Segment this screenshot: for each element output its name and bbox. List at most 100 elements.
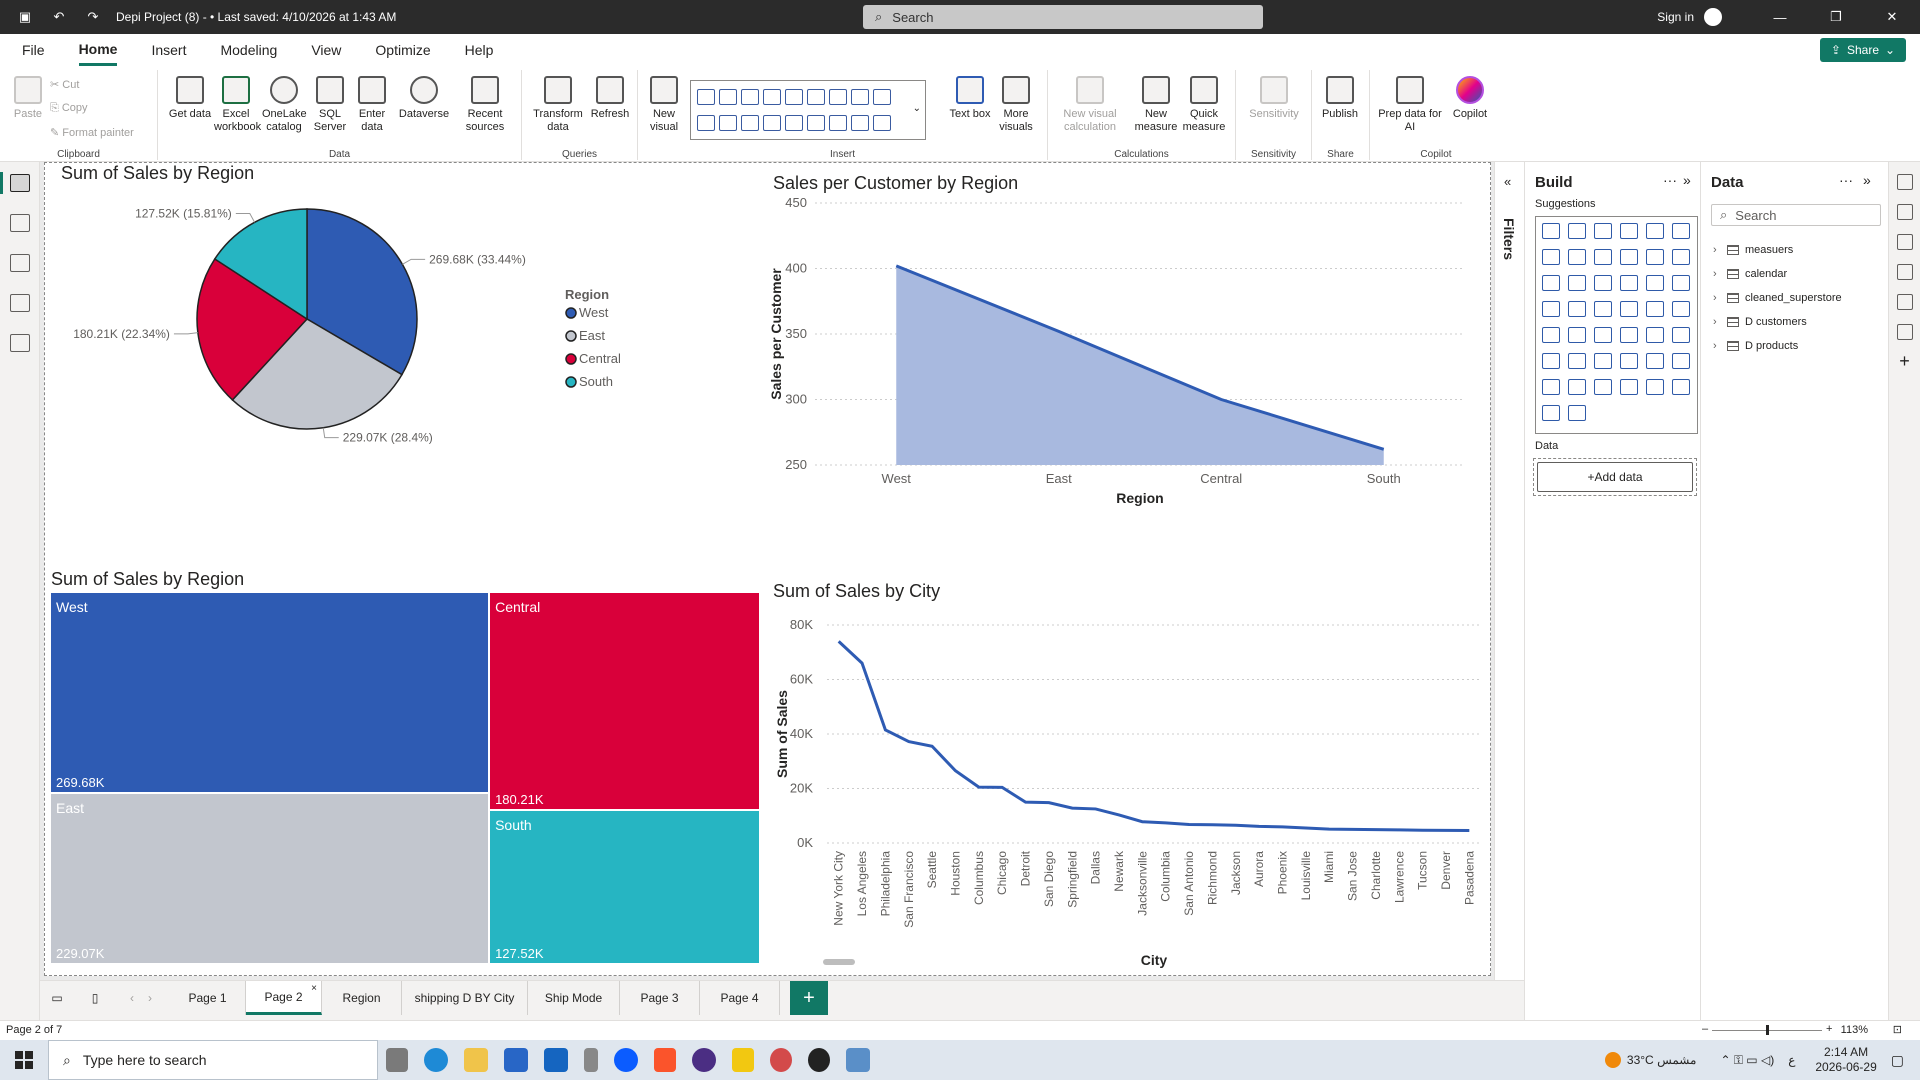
- zoom-level[interactable]: 113%: [1841, 1024, 1868, 1036]
- brave-icon[interactable]: [654, 1048, 676, 1072]
- visualization-type-icon[interactable]: [1620, 249, 1638, 265]
- notifications-icon[interactable]: ▢: [1891, 1052, 1904, 1069]
- visualization-type-icon[interactable]: [1568, 379, 1586, 395]
- visualization-type-icon[interactable]: [1542, 379, 1560, 395]
- more-options-icon[interactable]: ···: [1663, 172, 1677, 188]
- file-explorer-icon[interactable]: [464, 1048, 488, 1072]
- dataverse-button[interactable]: Dataverse: [398, 76, 450, 121]
- share-button[interactable]: ⇪ Share ⌄: [1820, 38, 1906, 62]
- excel-workbook-button[interactable]: Excel workbook: [214, 76, 261, 134]
- sign-in-link[interactable]: Sign in: [1657, 10, 1694, 24]
- table-view-icon[interactable]: [9, 214, 30, 232]
- visualization-type-icon[interactable]: [1568, 405, 1586, 421]
- fit-to-page-icon[interactable]: ⊡: [1893, 1023, 1902, 1036]
- clock[interactable]: 2:14 AM 2026-06-29: [1815, 1045, 1876, 1075]
- visualization-type-icon[interactable]: [1620, 301, 1638, 317]
- visualization-type-icon[interactable]: [1646, 353, 1664, 369]
- visual-type-icon[interactable]: [763, 89, 781, 105]
- visualization-type-icon[interactable]: [1594, 327, 1612, 343]
- text-box-button[interactable]: Text box: [948, 76, 992, 121]
- visualization-type-icon[interactable]: [1672, 275, 1690, 291]
- edge-icon[interactable]: [424, 1048, 448, 1072]
- visualization-type-icon[interactable]: [1620, 353, 1638, 369]
- app-icon[interactable]: [846, 1048, 870, 1072]
- expand-icon[interactable]: »: [1683, 172, 1691, 188]
- page-tab-page-2[interactable]: Page 2 ×: [246, 981, 322, 1015]
- visualization-type-icon[interactable]: [1568, 327, 1586, 343]
- visual-type-icon[interactable]: [851, 115, 869, 131]
- visualization-type-icon[interactable]: [1594, 275, 1612, 291]
- zoom-slider-thumb[interactable]: [1766, 1025, 1769, 1035]
- visualization-type-icon[interactable]: [1620, 379, 1638, 395]
- format-pane-icon[interactable]: [1896, 234, 1913, 250]
- page-tab-ship-mode[interactable]: Ship Mode: [528, 981, 620, 1015]
- visual-type-icon[interactable]: [785, 115, 803, 131]
- chevron-down-icon[interactable]: ⌄: [913, 103, 921, 114]
- minimize-button[interactable]: —: [1752, 0, 1808, 34]
- undo-icon[interactable]: ↶: [50, 8, 68, 26]
- visual-type-icon[interactable]: [873, 115, 891, 131]
- visual-type-icon[interactable]: [697, 115, 715, 131]
- page-tab-page-3[interactable]: Page 3: [620, 981, 700, 1015]
- visual-type-icon[interactable]: [719, 89, 737, 105]
- visualization-type-icon[interactable]: [1672, 223, 1690, 239]
- tab-view[interactable]: View: [311, 36, 341, 64]
- visual-type-icon[interactable]: [763, 115, 781, 131]
- visual-type-icon[interactable]: [697, 89, 715, 105]
- collapse-icon[interactable]: «: [1504, 174, 1511, 189]
- report-view-icon[interactable]: [9, 174, 30, 192]
- line-chart[interactable]: 0K 20K 40K 60K 80K New York City Los Angeles Ph…: [765, 603, 1491, 975]
- store-icon[interactable]: [504, 1048, 528, 1072]
- visualization-type-icon[interactable]: [1646, 379, 1664, 395]
- visual-type-icon[interactable]: [873, 89, 891, 105]
- bookmarks-icon[interactable]: [1896, 294, 1913, 310]
- tab-help[interactable]: Help: [465, 36, 494, 64]
- visualization-type-icon[interactable]: [1672, 379, 1690, 395]
- visualization-type-icon[interactable]: [1568, 249, 1586, 265]
- visualization-type-icon[interactable]: [1594, 223, 1612, 239]
- build-pane-icon[interactable]: [1896, 204, 1913, 220]
- model-view-icon[interactable]: [9, 254, 30, 272]
- paste-button[interactable]: Paste: [6, 76, 50, 121]
- table-item-d-customers[interactable]: › D customers: [1713, 310, 1842, 334]
- add-pane-icon[interactable]: +: [1897, 352, 1913, 370]
- visualization-type-icon[interactable]: [1568, 223, 1586, 239]
- prep-data-for-ai-button[interactable]: Prep data for AI: [1374, 76, 1446, 134]
- visualization-type-icon[interactable]: [1646, 275, 1664, 291]
- input-language[interactable]: ع: [1788, 1053, 1795, 1067]
- mobile-layout-icon[interactable]: ▯: [84, 981, 106, 1015]
- new-visual-calculation-button[interactable]: New visual calculation: [1060, 76, 1120, 134]
- visualization-type-icon[interactable]: [1542, 353, 1560, 369]
- visualization-type-icon[interactable]: [1542, 301, 1560, 317]
- onelake-catalog-button[interactable]: OneLake catalog: [262, 76, 307, 134]
- tab-modeling[interactable]: Modeling: [220, 36, 277, 64]
- table-item-measuers[interactable]: › measuers: [1713, 238, 1842, 262]
- properties-icon[interactable]: [1896, 264, 1913, 280]
- tab-optimize[interactable]: Optimize: [375, 36, 430, 64]
- visualization-type-icon[interactable]: [1542, 275, 1560, 291]
- taskbar-search-box[interactable]: ⌕ Type here to search: [48, 1040, 378, 1080]
- tab-file[interactable]: File: [22, 36, 45, 64]
- page-tab-region[interactable]: Region: [322, 981, 402, 1015]
- selection-icon[interactable]: [1896, 324, 1913, 340]
- power-bi-icon[interactable]: [732, 1048, 754, 1072]
- restore-button[interactable]: ❐: [1808, 0, 1864, 34]
- visualization-type-icon[interactable]: [1646, 301, 1664, 317]
- visualization-type-icon[interactable]: [1542, 223, 1560, 239]
- recent-sources-button[interactable]: Recent sources: [460, 76, 510, 134]
- copy-button[interactable]: ⎘ Copy: [50, 102, 88, 115]
- visualization-type-icon[interactable]: [1594, 301, 1612, 317]
- close-button[interactable]: ✕: [1864, 0, 1920, 34]
- visualization-type-icon[interactable]: [1594, 379, 1612, 395]
- redo-icon[interactable]: ↷: [84, 8, 102, 26]
- visual-type-icon[interactable]: [719, 115, 737, 131]
- visualization-type-icon[interactable]: [1646, 249, 1664, 265]
- treemap-tile[interactable]: West 269.68K: [51, 593, 489, 793]
- visualization-type-icon[interactable]: [1542, 405, 1560, 421]
- visualization-type-icon[interactable]: [1620, 327, 1638, 343]
- visual-type-icon[interactable]: [851, 89, 869, 105]
- visualization-type-icon[interactable]: [1646, 327, 1664, 343]
- visual-type-icon[interactable]: [829, 115, 847, 131]
- area-chart[interactable]: 250 300 350 400 450 West East Central South Regio…: [765, 193, 1485, 573]
- close-icon[interactable]: ×: [311, 983, 317, 994]
